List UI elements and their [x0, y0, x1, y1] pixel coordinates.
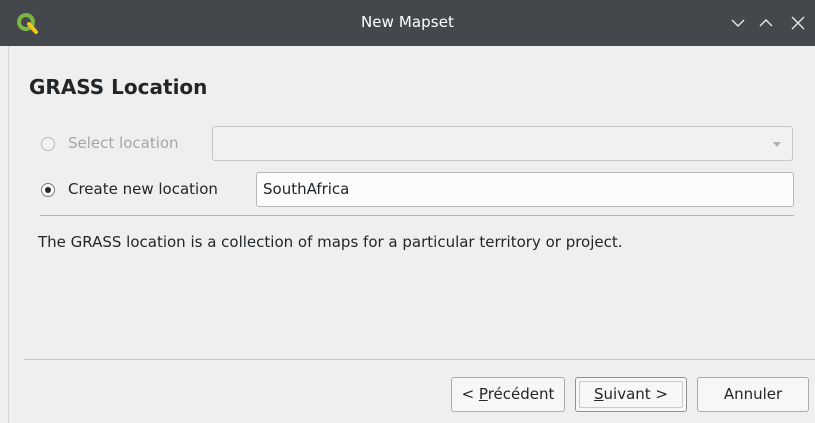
separator-line: [40, 215, 794, 216]
close-icon[interactable]: [789, 14, 807, 32]
previous-button-prefix: <: [461, 385, 479, 403]
title-bar[interactable]: New Mapset: [0, 0, 815, 46]
minimize-icon[interactable]: [729, 14, 747, 32]
cancel-button[interactable]: Annuler: [697, 377, 809, 412]
select-location-radio[interactable]: [41, 137, 55, 151]
focus-ring: [579, 381, 683, 408]
new-location-input[interactable]: SouthAfrica: [256, 172, 794, 207]
create-location-radio[interactable]: [41, 183, 55, 197]
location-combobox[interactable]: [212, 126, 793, 161]
chevron-down-icon: [773, 142, 781, 147]
radio-selected-dot: [45, 187, 51, 193]
next-button[interactable]: Suivant >: [575, 377, 687, 412]
location-description: The GRASS location is a collection of ma…: [38, 233, 623, 251]
new-mapset-dialog: New Mapset GRASS Location Select locatio…: [0, 0, 815, 423]
create-location-label: Create new location: [68, 180, 218, 198]
window-title: New Mapset: [360, 13, 455, 31]
previous-button[interactable]: < Précédent: [451, 377, 565, 412]
previous-button-label: récédent: [487, 385, 555, 403]
select-location-label: Select location: [68, 134, 179, 152]
button-area-divider: [24, 359, 815, 360]
maximize-icon[interactable]: [757, 14, 775, 32]
previous-button-mnemonic: P: [478, 385, 488, 403]
page-title: GRASS Location: [29, 75, 208, 99]
